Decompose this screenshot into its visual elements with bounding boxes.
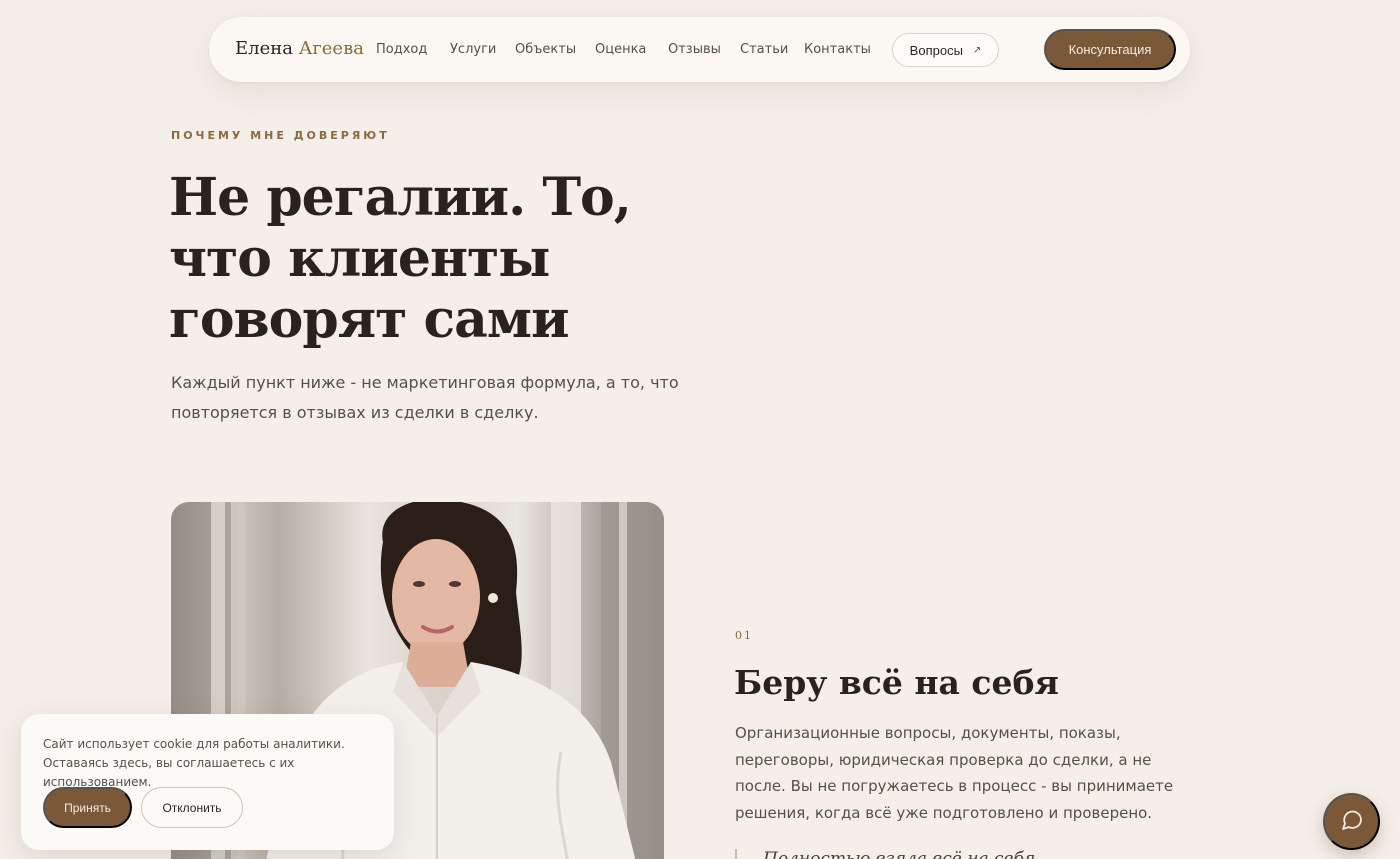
cookie-message: Сайт использует cookie для работы аналит…	[43, 737, 345, 789]
faq-button-label: Вопросы	[909, 42, 963, 58]
chat-button[interactable]	[1323, 793, 1380, 850]
cookie-banner: Сайт использует cookie для работы аналит…	[21, 714, 394, 850]
feature-number: 01	[735, 629, 753, 642]
nav-link-contacts[interactable]: Контакты	[804, 42, 871, 57]
feature-title: Беру всё на себя	[734, 663, 1059, 702]
site-logo[interactable]: Елена Агеева	[235, 38, 364, 59]
feature-quote: Полностью взяла всё на себя	[735, 849, 1035, 859]
top-navbar: Елена Агеева Подход Услуги Объекты Оценк…	[209, 17, 1190, 82]
hero-subtitle: Каждый пункт ниже - не маркетинговая фор…	[171, 373, 679, 422]
nav-link-valuation[interactable]: Оценка	[595, 42, 646, 57]
logo-last-name: Агеева	[298, 38, 364, 59]
feature-description: Организационные вопросы, документы, пока…	[735, 724, 1174, 822]
nav-link-approach[interactable]: Подход	[376, 42, 427, 57]
logo-first-name: Елена	[235, 38, 293, 59]
arrow-up-right-icon: ↗	[972, 44, 982, 56]
hero-title-line: говорят сами	[169, 289, 570, 350]
faq-button[interactable]: Вопросы ↗	[892, 33, 999, 67]
cookie-decline-button[interactable]: Отклонить	[141, 787, 243, 828]
nav-link-reviews[interactable]: Отзывы	[668, 42, 721, 57]
section-eyebrow: ПОЧЕМУ МНЕ ДОВЕРЯЮТ	[171, 129, 390, 142]
consultation-button[interactable]: Консультация	[1044, 29, 1176, 70]
nav-link-articles[interactable]: Статьи	[740, 42, 788, 57]
nav-link-objects[interactable]: Объекты	[515, 42, 576, 57]
cookie-accept-button[interactable]: Принять	[43, 787, 132, 828]
hero-title: Не регалии. То, что клиенты говорят сами	[169, 167, 689, 350]
chat-bubble-icon	[1340, 808, 1364, 835]
hero-title-line: что клиенты	[169, 228, 550, 289]
hero-title-line: Не регалии. То,	[169, 167, 632, 228]
nav-link-services[interactable]: Услуги	[450, 42, 496, 57]
